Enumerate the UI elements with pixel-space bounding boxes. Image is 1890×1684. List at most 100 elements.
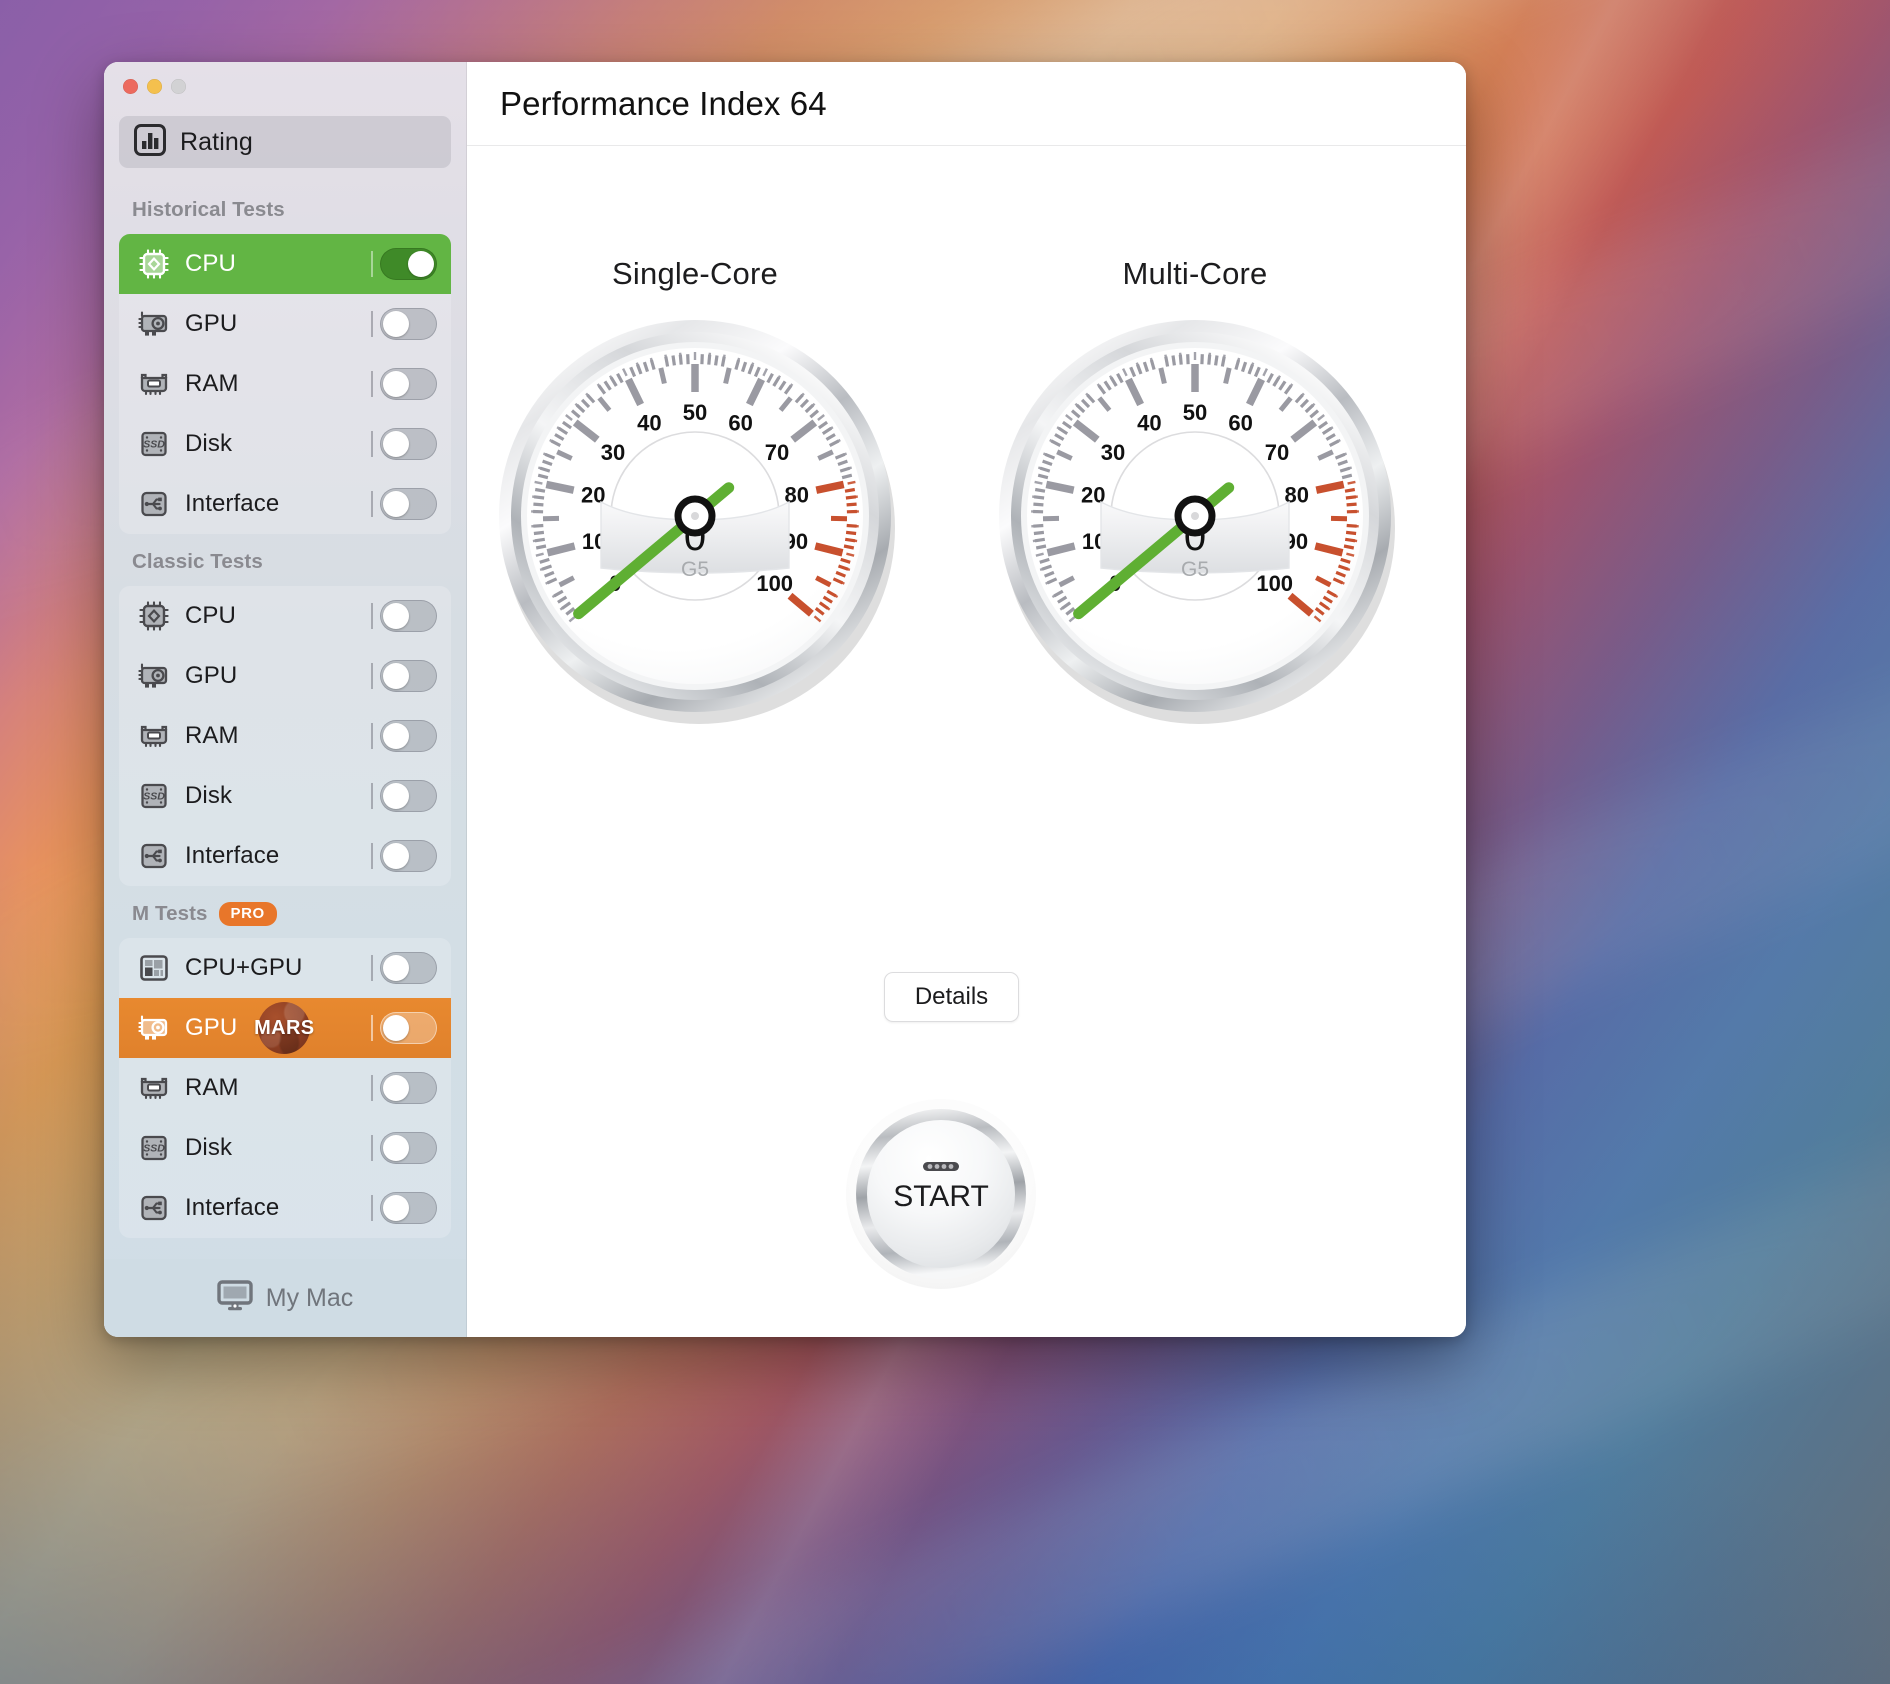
- svg-text:SSD: SSD: [143, 1143, 165, 1155]
- cpu-icon: [137, 247, 171, 281]
- sidebar-item-label: Interface: [185, 1194, 280, 1221]
- sidebar-footer-my-mac[interactable]: My Mac: [104, 1259, 466, 1337]
- toggle-gpu[interactable]: [380, 660, 437, 692]
- sidebar-item-interface[interactable]: Interface: [119, 826, 451, 886]
- content-area: Single-Core 10 20 30 40 50 60 70 80 90 1…: [467, 146, 1466, 1337]
- sidebar-group: CPU GPU RAM SSD Disk Interface: [119, 234, 451, 534]
- close-button[interactable]: [123, 79, 138, 94]
- sidebar-item-cpu[interactable]: CPU: [119, 234, 451, 294]
- row-divider: [371, 311, 373, 337]
- sidebar-item-label: GPU: [185, 1014, 238, 1041]
- sidebar-item-gpu[interactable]: GPU MARS: [119, 998, 451, 1058]
- group-header-label: Historical Tests: [132, 198, 285, 221]
- gpu-icon: [137, 1011, 171, 1045]
- sidebar-item-cpu-plus-gpu[interactable]: CPU+GPU: [119, 938, 451, 998]
- row-divider: [371, 1135, 373, 1161]
- gauge-tick-label: 40: [1137, 411, 1161, 436]
- gauge-face: 01020304050607080901000G5: [999, 320, 1395, 724]
- sidebar-item-disk[interactable]: SSD Disk: [119, 414, 451, 474]
- toggle-knob: [383, 491, 409, 517]
- gauge-unit: G5: [681, 558, 709, 581]
- toggle-knob: [408, 251, 434, 277]
- sidebar-item-label: GPU: [185, 662, 238, 689]
- toggle-knob: [383, 431, 409, 457]
- sidebar-group-header: Historical Tests: [119, 182, 451, 234]
- toggle-disk[interactable]: [380, 428, 437, 460]
- toggle-knob: [383, 1015, 409, 1041]
- toggle-ram[interactable]: [380, 720, 437, 752]
- sidebar-item-label: CPU+GPU: [185, 954, 303, 981]
- sidebar-groups: Historical Tests CPU GPU RAM SSD Disk In…: [119, 182, 451, 1238]
- sidebar-scroll-area: Rating Historical Tests CPU GPU RAM SSD …: [104, 108, 466, 1259]
- ssd-icon: SSD: [137, 1131, 171, 1165]
- sidebar-item-rating[interactable]: Rating: [119, 116, 451, 168]
- row-divider: [371, 1195, 373, 1221]
- app-window: Rating Historical Tests CPU GPU RAM SSD …: [104, 62, 1466, 1337]
- sidebar-group-header: M Tests PRO: [119, 886, 451, 938]
- sidebar-item-ram[interactable]: RAM: [119, 1058, 451, 1118]
- row-divider: [371, 431, 373, 457]
- row-divider: [371, 1015, 373, 1041]
- svg-text:SSD: SSD: [143, 791, 165, 803]
- gauge-multi-core: Multi-Core 10 20 30 40 50 60 70 80 90 10…: [985, 256, 1405, 726]
- toggle-ram[interactable]: [380, 1072, 437, 1104]
- toggle-knob: [383, 783, 409, 809]
- sidebar-item-ram[interactable]: RAM: [119, 706, 451, 766]
- gauge-tick-label: 60: [728, 411, 752, 436]
- my-mac-label: My Mac: [265, 1283, 354, 1312]
- display-icon: [217, 1279, 253, 1317]
- toggle-knob: [383, 663, 409, 689]
- mars-badge-label: MARS: [254, 1016, 315, 1039]
- toggle-cpu-plus-gpu[interactable]: [380, 952, 437, 984]
- toggle-disk[interactable]: [380, 780, 437, 812]
- sidebar-item-disk[interactable]: SSD Disk: [119, 766, 451, 826]
- row-divider: [371, 1075, 373, 1101]
- toggle-knob: [383, 1195, 409, 1221]
- gauge-tick-label: 50: [683, 400, 707, 425]
- sidebar-item-label: CPU: [185, 250, 236, 277]
- toggle-interface[interactable]: [380, 840, 437, 872]
- main-titlebar: Performance Index 64: [467, 62, 1466, 146]
- toggle-knob: [383, 603, 409, 629]
- gauge-single-core: Single-Core 10 20 30 40 50 60 70 80 90 1…: [485, 256, 905, 726]
- sidebar-item-gpu[interactable]: GPU: [119, 646, 451, 706]
- toggle-knob: [383, 723, 409, 749]
- sidebar-item-cpu[interactable]: CPU: [119, 586, 451, 646]
- row-divider: [371, 723, 373, 749]
- usb-icon: [137, 839, 171, 873]
- gpu-icon: [137, 659, 171, 693]
- sidebar-item-ram[interactable]: RAM: [119, 354, 451, 414]
- toggle-interface[interactable]: [380, 488, 437, 520]
- sidebar-item-interface[interactable]: Interface: [119, 1178, 451, 1238]
- ram-icon: [137, 367, 171, 401]
- row-divider: [371, 371, 373, 397]
- zoom-button[interactable]: [171, 79, 186, 94]
- cpu-gpu-icon: [137, 951, 171, 985]
- minimize-button[interactable]: [147, 79, 162, 94]
- row-divider: [371, 491, 373, 517]
- toggle-disk[interactable]: [380, 1132, 437, 1164]
- toggle-cpu[interactable]: [380, 600, 437, 632]
- sidebar-item-label: RAM: [185, 722, 239, 749]
- sidebar-item-interface[interactable]: Interface: [119, 474, 451, 534]
- mars-badge: MARS: [251, 1002, 317, 1054]
- window-traffic-lights: [104, 62, 466, 108]
- pro-badge: PRO: [218, 902, 277, 926]
- row-divider: [371, 251, 373, 277]
- ram-icon: [137, 719, 171, 753]
- start-button[interactable]: START: [845, 1098, 1037, 1290]
- toggle-gpu[interactable]: [380, 1012, 437, 1044]
- details-button[interactable]: Details: [884, 972, 1019, 1022]
- toggle-ram[interactable]: [380, 368, 437, 400]
- gauge-tick-label: 70: [1265, 440, 1289, 465]
- toggle-gpu[interactable]: [380, 308, 437, 340]
- gauge-face: 01020304050607080901000G5: [499, 320, 895, 724]
- gauge-tick-label: 30: [601, 440, 625, 465]
- page-title: Performance Index 64: [500, 84, 827, 122]
- toggle-interface[interactable]: [380, 1192, 437, 1224]
- sidebar-item-disk[interactable]: SSD Disk: [119, 1118, 451, 1178]
- sidebar-group-header: Classic Tests: [119, 534, 451, 586]
- toggle-cpu[interactable]: [380, 248, 437, 280]
- sidebar-item-gpu[interactable]: GPU: [119, 294, 451, 354]
- toggle-knob: [383, 843, 409, 869]
